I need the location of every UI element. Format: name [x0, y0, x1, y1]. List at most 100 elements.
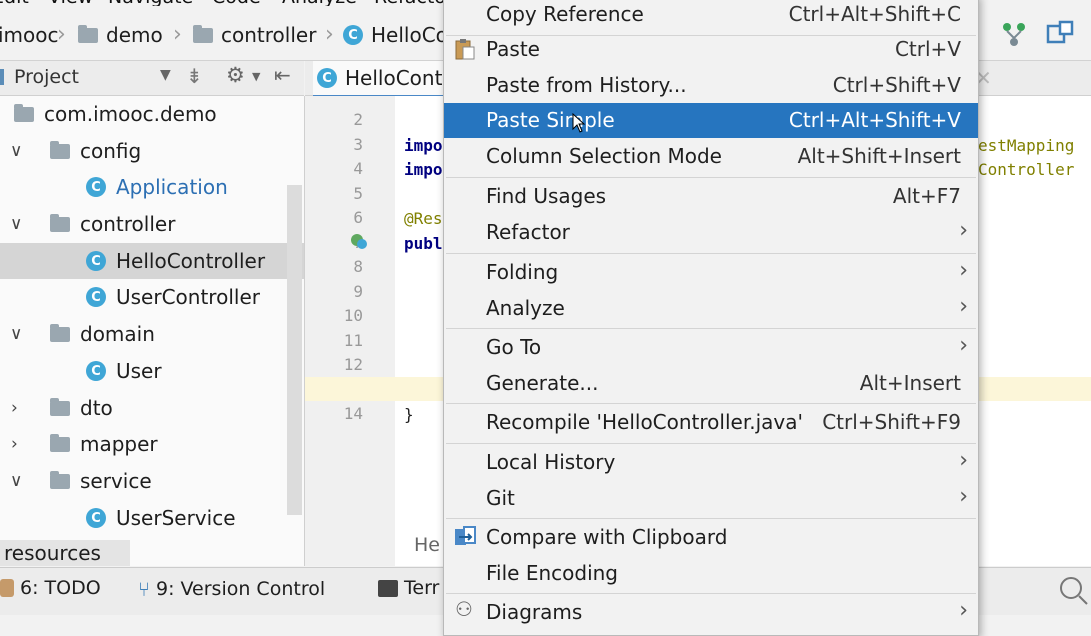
tree-item-resources[interactable]: resources — [0, 540, 130, 566]
chevron-down-icon[interactable]: ∨ — [10, 471, 22, 491]
tree-item-application[interactable]: C Application — [0, 169, 304, 205]
version-control-button[interactable]: ⑂ 9: Version Control — [138, 577, 325, 601]
search-icon[interactable] — [1055, 573, 1089, 607]
chevron-down-icon[interactable]: ∨ — [10, 324, 22, 344]
class-icon: C — [86, 361, 106, 381]
menu-item-local-history[interactable]: Local History › — [444, 445, 978, 480]
clipboard-icon — [455, 39, 475, 60]
folder-icon — [78, 24, 98, 43]
code-line: } — [404, 405, 414, 424]
vcs-icon: ⑂ — [138, 577, 150, 601]
menu-item-paste-simple[interactable]: Paste Simple Ctrl+Alt+Shift+V — [444, 103, 978, 138]
chevron-right-icon[interactable]: › — [11, 434, 18, 454]
tree-item-package[interactable]: com.imooc.demo — [0, 96, 304, 132]
todo-icon — [0, 579, 14, 597]
context-menu: Copy Reference Ctrl+Alt+Shift+C Paste Ct… — [443, 0, 979, 636]
line-number: 3 — [353, 135, 363, 154]
tree-item-service[interactable]: ∨ service — [0, 463, 304, 499]
menu-item-compare-with-clipboard[interactable]: Compare with Clipboard — [444, 520, 978, 555]
tree-item-user[interactable]: C User — [0, 353, 304, 389]
chevron-right-icon: › — [57, 22, 66, 47]
package-icon — [14, 103, 34, 122]
menu-item-shortcut: Alt+Insert — [859, 371, 961, 395]
menu-item-copy-reference[interactable]: Copy Reference Ctrl+Alt+Shift+C — [444, 0, 978, 32]
menu-item-folding[interactable]: Folding › — [444, 255, 978, 290]
tree-item-hellocontroller[interactable]: C HelloController — [0, 243, 304, 279]
menu-item-find-usages[interactable]: Find Usages Alt+F7 — [444, 179, 978, 214]
line-number: 8 — [353, 257, 363, 276]
git-branch-icon[interactable] — [1000, 20, 1028, 48]
code-line: estMapping — [978, 136, 1075, 155]
project-structure-icon[interactable] — [1046, 20, 1076, 48]
tree-item-config[interactable]: ∨ config — [0, 133, 304, 169]
menu-separator — [446, 593, 976, 594]
menu-item-analyze[interactable]: Analyze › — [444, 291, 978, 326]
gear-dropdown-icon[interactable]: ▼ — [252, 70, 260, 83]
gear-icon[interactable]: ⚙ — [226, 63, 245, 87]
chevron-down-icon[interactable]: ∨ — [10, 141, 22, 161]
project-panel-title[interactable]: Project — [14, 66, 79, 88]
tree-item-label: service — [80, 469, 152, 493]
tree-scrollbar[interactable] — [287, 185, 302, 515]
folder-icon — [50, 323, 70, 342]
tree-item-label: controller — [80, 212, 176, 236]
tree-item-dto[interactable]: › dto — [0, 390, 304, 426]
spring-class-icon: C — [86, 177, 106, 197]
tab-hellocontroller[interactable]: C HelloCont — [313, 61, 453, 98]
terminal-icon — [378, 579, 398, 597]
tree-item-usercontroller[interactable]: C UserController — [0, 279, 304, 315]
chevron-down-icon[interactable]: ∨ — [10, 214, 22, 234]
editor-breadcrumb: He — [414, 534, 440, 556]
dropdown-arrow-icon[interactable]: ▼ — [160, 67, 171, 83]
menu-item-label: Go To — [486, 335, 542, 359]
menu-item-shortcut: Ctrl+Alt+Shift+V — [788, 108, 961, 132]
tree-item-mapper[interactable]: › mapper — [0, 426, 304, 462]
chevron-right-icon[interactable]: › — [11, 398, 18, 418]
menu-item-label: Paste — [486, 37, 540, 61]
menu-item-refactor[interactable]: Refactor › — [444, 215, 978, 250]
menu-item-paste[interactable]: Paste Ctrl+V — [444, 32, 978, 67]
terminal-button[interactable]: Terr — [378, 577, 439, 599]
collapse-all-icon[interactable]: ⇟ — [186, 64, 203, 88]
tree-item-label: domain — [80, 322, 155, 346]
crumb-controller[interactable]: controller — [193, 23, 316, 47]
class-icon: C — [86, 508, 106, 528]
crumb-demo[interactable]: demo — [78, 23, 163, 47]
menu-item-shortcut: Alt+F7 — [892, 184, 961, 208]
crumb-imooc[interactable]: imooc — [0, 23, 59, 47]
project-tree: com.imooc.demo ∨ config C Application ∨ … — [0, 96, 305, 566]
class-icon: C — [317, 68, 337, 88]
code-line: Controller — [978, 160, 1075, 179]
tree-item-controller[interactable]: ∨ controller — [0, 206, 304, 242]
tree-item-label: User — [116, 359, 162, 383]
class-icon: C — [86, 287, 106, 307]
line-number: 5 — [353, 184, 363, 203]
tab-label: HelloCont — [345, 66, 443, 90]
todo-button[interactable]: 6: TODO — [0, 577, 101, 599]
tree-item-domain[interactable]: ∨ domain — [0, 316, 304, 352]
compare-icon — [455, 526, 476, 545]
menu-item-diagrams[interactable]: ⚇ Diagrams › — [444, 595, 978, 630]
menu-item-recompile[interactable]: Recompile 'HelloController.java' Ctrl+Sh… — [444, 405, 978, 440]
menu-item-git[interactable]: Git › — [444, 481, 978, 516]
menu-item-label: Local History — [486, 450, 616, 474]
submenu-arrow-icon: › — [959, 598, 968, 623]
spring-bean-icon[interactable] — [349, 231, 369, 251]
tree-item-userservice[interactable]: C UserService — [0, 500, 304, 536]
crumb-label: imooc — [0, 23, 59, 47]
menu-item-label: Git — [486, 486, 515, 510]
tree-item-label: dto — [80, 396, 113, 420]
code-line: impo — [404, 136, 443, 155]
code-line: @Res — [404, 209, 443, 228]
menu-item-file-encoding[interactable]: File Encoding — [444, 556, 978, 591]
menu-item-generate[interactable]: Generate... Alt+Insert — [444, 366, 978, 401]
crumb-label: demo — [106, 23, 163, 47]
hide-panel-icon[interactable]: ⇤ — [274, 63, 291, 87]
menu-item-paste-from-history[interactable]: Paste from History... Ctrl+Shift+V — [444, 68, 978, 103]
class-icon: C — [86, 251, 106, 271]
menu-item-label: Compare with Clipboard — [486, 525, 728, 549]
menu-item-shortcut: Ctrl+Shift+V — [832, 73, 961, 97]
menu-item-go-to[interactable]: Go To › — [444, 330, 978, 365]
menu-item-column-selection-mode[interactable]: Column Selection Mode Alt+Shift+Insert — [444, 139, 978, 174]
menu-item-shortcut: Ctrl+Alt+Shift+C — [788, 2, 961, 26]
